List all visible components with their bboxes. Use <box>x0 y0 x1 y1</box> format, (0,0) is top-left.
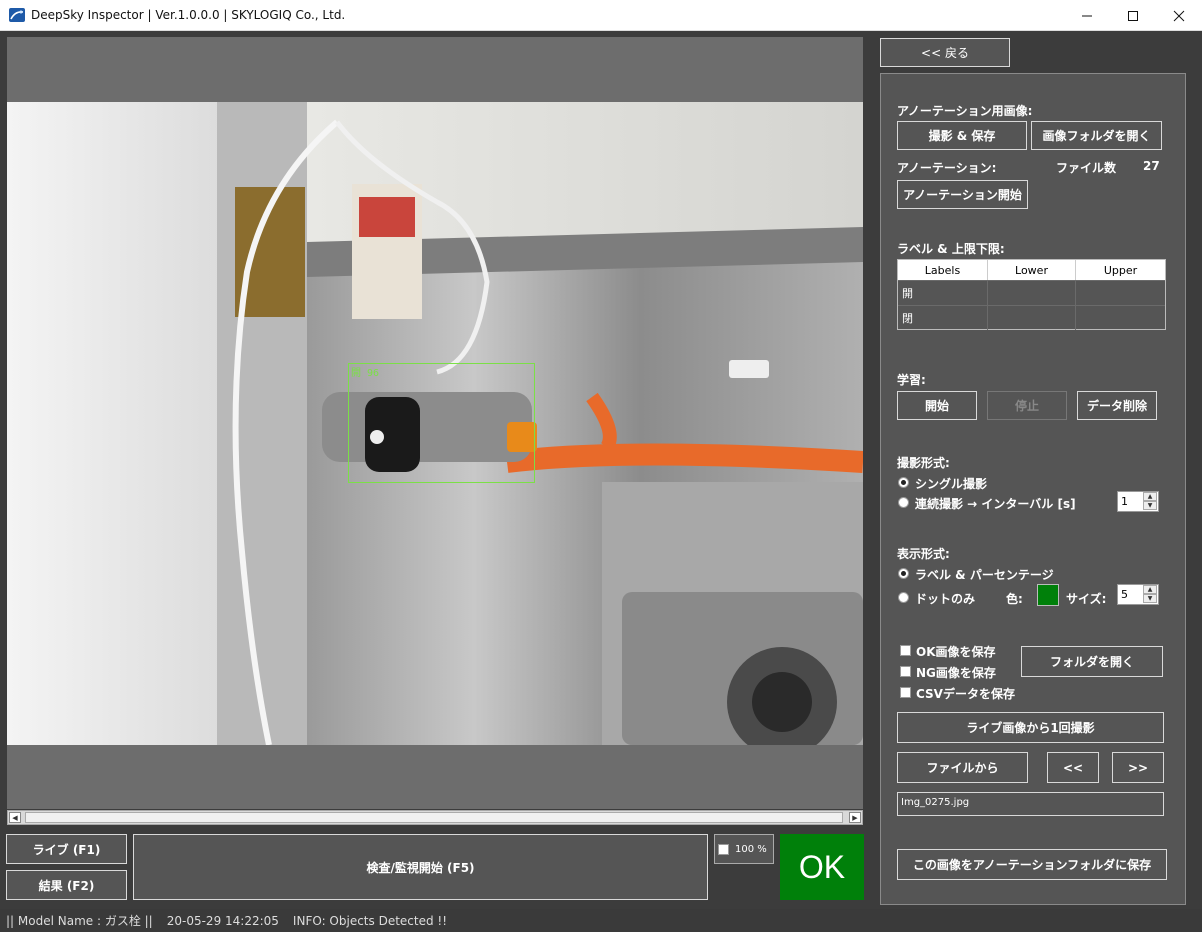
title-bar: DeepSky Inspector | Ver.1.0.0.0 | SKYLOG… <box>0 0 1202 31</box>
save-ok-images-label: OK画像を保存 <box>916 645 996 659</box>
table-row[interactable]: 開 <box>898 280 1165 305</box>
scroll-thumb[interactable] <box>25 812 843 823</box>
annotation-label: アノーテーション: <box>897 161 997 175</box>
display-mode-label: 表示形式: <box>897 547 950 561</box>
table-cell[interactable] <box>988 306 1076 330</box>
scroll-left-icon[interactable]: ◀ <box>9 812 21 823</box>
single-capture-label: シングル撮影 <box>915 477 988 491</box>
detection-box <box>348 363 535 483</box>
file-count-label: ファイル数 <box>1056 161 1117 175</box>
table-cell[interactable] <box>988 281 1076 305</box>
status-bar: || Model Name : ガス栓 || 20-05-29 14:22:05… <box>0 909 1202 932</box>
annotation-start-button[interactable]: アノーテーション開始 <box>897 180 1028 209</box>
learning-label: 学習: <box>897 373 926 387</box>
table-cell[interactable]: 開 <box>898 281 988 305</box>
table-cell[interactable]: 閉 <box>898 306 988 330</box>
labels-table[interactable]: Labels Lower Upper 開 閉 <box>897 259 1166 330</box>
next-image-button[interactable]: >> <box>1112 752 1164 783</box>
stepper-down-icon[interactable]: ▼ <box>1143 501 1157 510</box>
annotation-images-label: アノーテーション用画像: <box>897 104 1033 118</box>
minimize-icon <box>1082 15 1092 16</box>
learn-start-button[interactable]: 開始 <box>897 391 977 420</box>
result-button[interactable]: 結果 (F2) <box>6 870 127 900</box>
size-value: 5 <box>1121 588 1128 601</box>
image-scrollbar[interactable]: ◀ ▶ <box>7 810 863 825</box>
capture-save-button[interactable]: 撮影 & 保存 <box>897 121 1027 150</box>
color-swatch[interactable] <box>1037 584 1059 606</box>
color-label: 色: <box>1006 592 1023 606</box>
zoom-label: 100 % <box>735 843 767 855</box>
back-button[interactable]: << 戻る <box>880 38 1010 67</box>
continuous-capture-radio[interactable] <box>898 497 909 508</box>
image-viewer[interactable]: 開 96 <box>7 37 863 809</box>
capture-once-button[interactable]: ライブ画像から1回撮影 <box>897 712 1164 743</box>
save-csv-checkbox[interactable] <box>900 687 911 698</box>
prev-image-button[interactable]: << <box>1047 752 1099 783</box>
interval-value: 1 <box>1121 495 1128 508</box>
stepper-up-icon[interactable]: ▲ <box>1143 492 1157 501</box>
labels-limits-label: ラベル & 上限下限: <box>897 242 1005 256</box>
scroll-right-icon[interactable]: ▶ <box>849 812 861 823</box>
learn-stop-button[interactable]: 停止 <box>987 391 1067 420</box>
file-count-value: 27 <box>1143 159 1160 173</box>
from-file-button[interactable]: ファイルから <box>897 752 1028 783</box>
save-csv-label: CSVデータを保存 <box>916 687 1015 701</box>
maximize-icon <box>1128 10 1138 21</box>
zoom-control[interactable]: 100 % <box>714 834 774 864</box>
app-icon <box>9 8 25 22</box>
minimize-button[interactable] <box>1064 0 1110 31</box>
capture-mode-label: 撮影形式: <box>897 456 950 470</box>
live-button[interactable]: ライブ (F1) <box>6 834 127 864</box>
column-header: Upper <box>1103 263 1138 277</box>
stepper-up-icon[interactable]: ▲ <box>1143 585 1157 594</box>
table-header: Labels Lower Upper <box>898 260 1165 280</box>
interval-stepper[interactable]: 1 ▲ ▼ <box>1117 491 1159 512</box>
single-capture-radio[interactable] <box>898 477 909 488</box>
close-icon <box>1173 10 1185 21</box>
table-row[interactable]: 閉 <box>898 305 1165 330</box>
column-header: Lower <box>988 260 1076 280</box>
size-label: サイズ: <box>1066 592 1107 606</box>
window-title: DeepSky Inspector | Ver.1.0.0.0 | SKYLOG… <box>31 8 346 22</box>
file-name-field[interactable]: Img_0275.jpg <box>897 792 1164 816</box>
inspect-start-button[interactable]: 検査/監視開始 (F5) <box>133 834 708 900</box>
data-delete-button[interactable]: データ削除 <box>1077 391 1157 420</box>
label-percentage-label: ラベル & パーセンテージ <box>915 568 1054 582</box>
close-button[interactable] <box>1156 0 1202 31</box>
save-ng-images-checkbox[interactable] <box>900 666 911 677</box>
save-ok-images-checkbox[interactable] <box>900 645 911 656</box>
table-cell[interactable] <box>1076 306 1165 330</box>
zoom-checkbox[interactable] <box>718 843 729 855</box>
detection-label: 開 96 <box>351 368 380 379</box>
table-cell[interactable] <box>1076 281 1165 305</box>
save-ng-images-label: NG画像を保存 <box>916 666 996 680</box>
open-folder-button[interactable]: フォルダを開く <box>1021 646 1163 677</box>
save-to-annotation-button[interactable]: この画像をアノーテーションフォルダに保存 <box>897 849 1167 880</box>
model-name-status: || Model Name : ガス栓 || <box>6 914 153 928</box>
open-image-folder-button[interactable]: 画像フォルダを開く <box>1031 121 1162 150</box>
info-status: INFO: Objects Detected !! <box>292 913 448 928</box>
stepper-down-icon[interactable]: ▼ <box>1143 594 1157 603</box>
dot-only-label: ドットのみ <box>915 592 976 606</box>
timestamp-status: 20-05-29 14:22:05 <box>166 913 279 928</box>
result-ok-indicator: OK <box>780 834 864 900</box>
size-stepper[interactable]: 5 ▲ ▼ <box>1117 584 1159 605</box>
label-percentage-radio[interactable] <box>898 568 909 579</box>
maximize-button[interactable] <box>1110 0 1156 31</box>
dot-only-radio[interactable] <box>898 592 909 603</box>
column-header: Labels <box>898 260 988 280</box>
continuous-capture-label: 連続撮影 → インターバル [s] <box>915 497 1076 511</box>
